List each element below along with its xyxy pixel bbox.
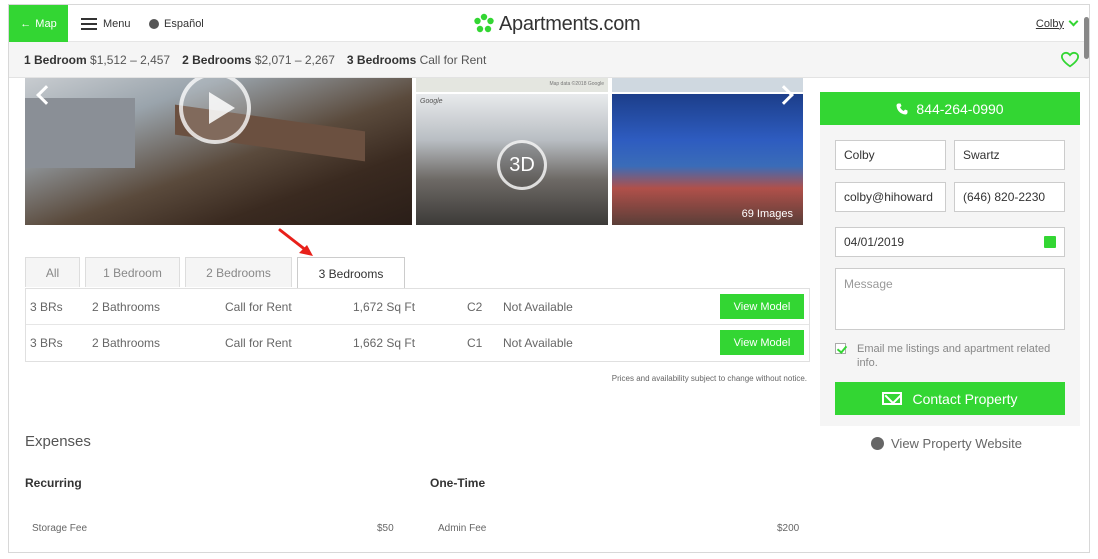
expenses-heading: Expenses bbox=[25, 433, 91, 450]
view-model-button[interactable]: View Model bbox=[720, 330, 804, 355]
view-model-button[interactable]: View Model bbox=[720, 294, 804, 319]
fee-name: Admin Fee bbox=[438, 523, 487, 534]
last-name-field[interactable]: Swartz bbox=[954, 140, 1065, 170]
logo-text: Apartments.com bbox=[499, 12, 641, 35]
contact-property-label: Contact Property bbox=[912, 390, 1018, 407]
map-thumbnail[interactable]: Map data ©2018 Google bbox=[416, 78, 608, 92]
unit-rent: Call for Rent bbox=[225, 300, 292, 314]
first-name-field[interactable]: Colby bbox=[835, 140, 946, 170]
calendar-icon[interactable] bbox=[1044, 236, 1056, 248]
email-opt-in-label: Email me listings and apartment related … bbox=[857, 343, 1051, 369]
3d-tour-icon[interactable]: 3D bbox=[497, 140, 547, 190]
arrow-left-icon: ← bbox=[20, 17, 32, 30]
website-link-label: View Property Website bbox=[891, 436, 1023, 451]
chevron-down-icon bbox=[1068, 16, 1079, 27]
unit-sqft: 1,662 Sq Ft bbox=[353, 336, 416, 350]
gallery-exterior-photo[interactable]: 69 Images bbox=[612, 94, 803, 225]
logo-mark-icon bbox=[474, 13, 494, 33]
message-field[interactable]: Message bbox=[835, 268, 1065, 330]
fee-amount: $200 bbox=[777, 523, 800, 534]
units-table: 3 BRs 2 Bathrooms Call for Rent 1,672 Sq… bbox=[25, 288, 810, 362]
menu-button[interactable]: Menu bbox=[81, 5, 131, 42]
unit-baths: 2 Bathrooms bbox=[92, 300, 161, 314]
move-in-date-field[interactable]: 04/01/2019 bbox=[835, 227, 1065, 257]
unit-availability: Not Available bbox=[503, 300, 573, 314]
unit-rent: Call for Rent bbox=[225, 336, 292, 350]
table-row: 3 BRs 2 Bathrooms Call for Rent 1,662 Sq… bbox=[26, 325, 809, 361]
tab-3-bedrooms[interactable]: 3 Bedrooms bbox=[297, 257, 405, 289]
email-opt-in[interactable]: Email me listings and apartment related … bbox=[835, 342, 1070, 370]
price-summary-bar: 1 Bedroom $1,512 – 2,457 2 Bedrooms $2,0… bbox=[9, 42, 1089, 78]
google-label: Google bbox=[420, 98, 443, 105]
user-name: Colby bbox=[1035, 17, 1064, 30]
call-phone-button[interactable]: 844-264-0990 bbox=[820, 92, 1080, 125]
map-data-label: Map data ©2018 Google bbox=[549, 81, 604, 87]
unit-beds: 3 BRs bbox=[30, 300, 63, 314]
envelope-icon bbox=[882, 392, 903, 405]
menu-button-label: Menu bbox=[103, 17, 131, 30]
recurring-heading: Recurring bbox=[25, 476, 82, 490]
map-button-label: Map bbox=[35, 17, 57, 30]
globe-icon bbox=[149, 18, 159, 29]
fee-name: Storage Fee bbox=[32, 523, 88, 534]
image-count: 69 Images bbox=[741, 208, 793, 220]
tab-2-bedrooms[interactable]: 2 Bedrooms bbox=[185, 257, 292, 287]
fee-amount: $50 bbox=[377, 523, 394, 534]
site-header: ← Map Menu Español Apartments.com Colby bbox=[9, 5, 1089, 42]
table-row: 3 BRs 2 Bathrooms Call for Rent 1,672 Sq… bbox=[26, 289, 809, 325]
annotation-arrow-icon bbox=[278, 228, 313, 256]
hamburger-icon bbox=[81, 17, 97, 30]
tab-all[interactable]: All bbox=[25, 257, 80, 287]
map-button[interactable]: ← Map bbox=[9, 5, 68, 42]
favorite-heart-icon[interactable] bbox=[1061, 51, 1079, 69]
onetime-heading: One-Time bbox=[430, 476, 486, 490]
language-toggle[interactable]: Español bbox=[149, 5, 204, 42]
user-menu[interactable]: Colby bbox=[1035, 5, 1079, 42]
page-scrollbar[interactable] bbox=[1084, 17, 1089, 59]
tab-1-bedroom[interactable]: 1 Bedroom bbox=[85, 257, 180, 287]
phone-number: 844-264-0990 bbox=[916, 100, 1004, 117]
unit-availability: Not Available bbox=[503, 336, 573, 350]
email-opt-in-checkbox[interactable] bbox=[835, 343, 846, 354]
pricing-disclaimer: Prices and availability subject to chang… bbox=[611, 374, 807, 383]
move-in-date-value: 04/01/2019 bbox=[844, 235, 905, 249]
floorplan-tabs: All 1 Bedroom 2 Bedrooms 3 Bedrooms bbox=[25, 257, 405, 289]
unit-baths: 2 Bathrooms bbox=[92, 336, 161, 350]
unit-beds: 3 BRs bbox=[30, 336, 63, 350]
contact-form-panel: 844-264-0990 Colby Swartz colby@hihoward… bbox=[820, 92, 1080, 426]
unit-model: C2 bbox=[467, 300, 483, 314]
price-item: 1 Bedroom $1,512 – 2,457 bbox=[24, 52, 171, 67]
email-field[interactable]: colby@hihoward bbox=[835, 182, 946, 212]
website-icon bbox=[871, 437, 884, 450]
unit-sqft: 1,672 Sq Ft bbox=[353, 300, 416, 314]
site-logo[interactable]: Apartments.com bbox=[473, 11, 641, 37]
unit-model: C1 bbox=[467, 336, 483, 350]
language-label: Español bbox=[164, 17, 204, 30]
browser-viewport: ← Map Menu Español Apartments.com Colby bbox=[8, 4, 1090, 553]
price-item: 3 Bedrooms Call for Rent bbox=[346, 52, 487, 67]
phone-field[interactable]: (646) 820-2230 bbox=[954, 182, 1065, 212]
phone-icon bbox=[896, 103, 908, 114]
view-property-website-link[interactable]: View Property Website bbox=[871, 436, 1022, 451]
price-item: 2 Bedrooms $2,071 – 2,267 bbox=[182, 52, 335, 67]
photo-gallery: Map data ©2018 Google Google 3D 69 Image… bbox=[25, 78, 803, 225]
contact-property-button[interactable]: Contact Property bbox=[835, 382, 1065, 415]
